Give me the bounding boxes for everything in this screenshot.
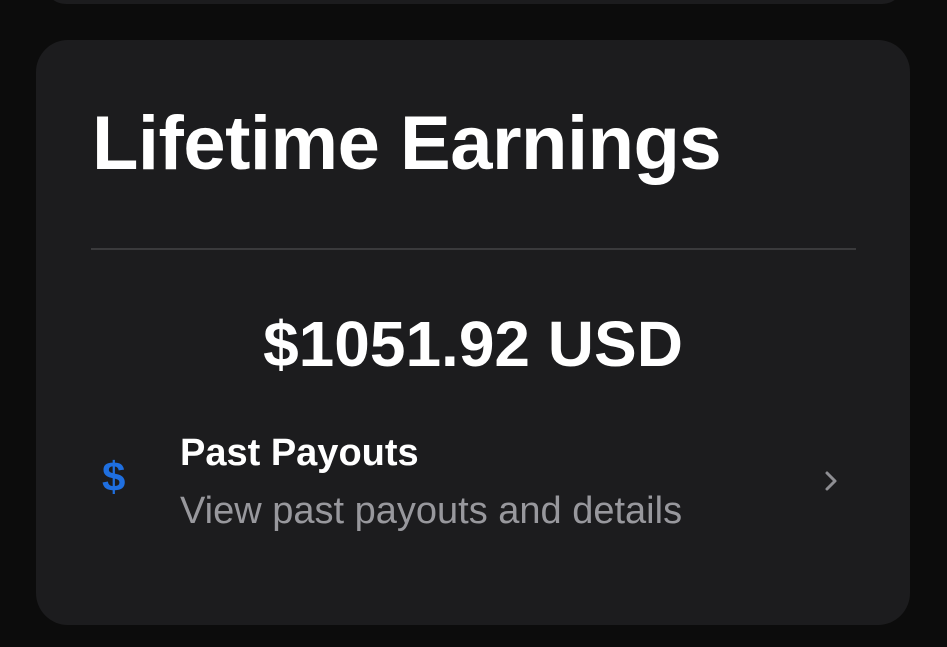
past-payouts-row[interactable]: $ Past Payouts View past payouts and det… — [66, 428, 880, 546]
lifetime-earnings-card: Lifetime Earnings $1051.92 USD $ Past Pa… — [36, 40, 910, 625]
card-title: Lifetime Earnings — [92, 101, 722, 186]
past-payouts-subtitle: View past payouts and details — [180, 490, 683, 532]
divider — [91, 248, 856, 250]
past-payouts-title: Past Payouts — [180, 432, 419, 474]
earnings-amount: $1051.92 USD — [263, 308, 683, 380]
previous-card — [44, 0, 904, 4]
dollar-icon: $ — [102, 453, 126, 500]
chevron-right-icon — [825, 471, 837, 491]
